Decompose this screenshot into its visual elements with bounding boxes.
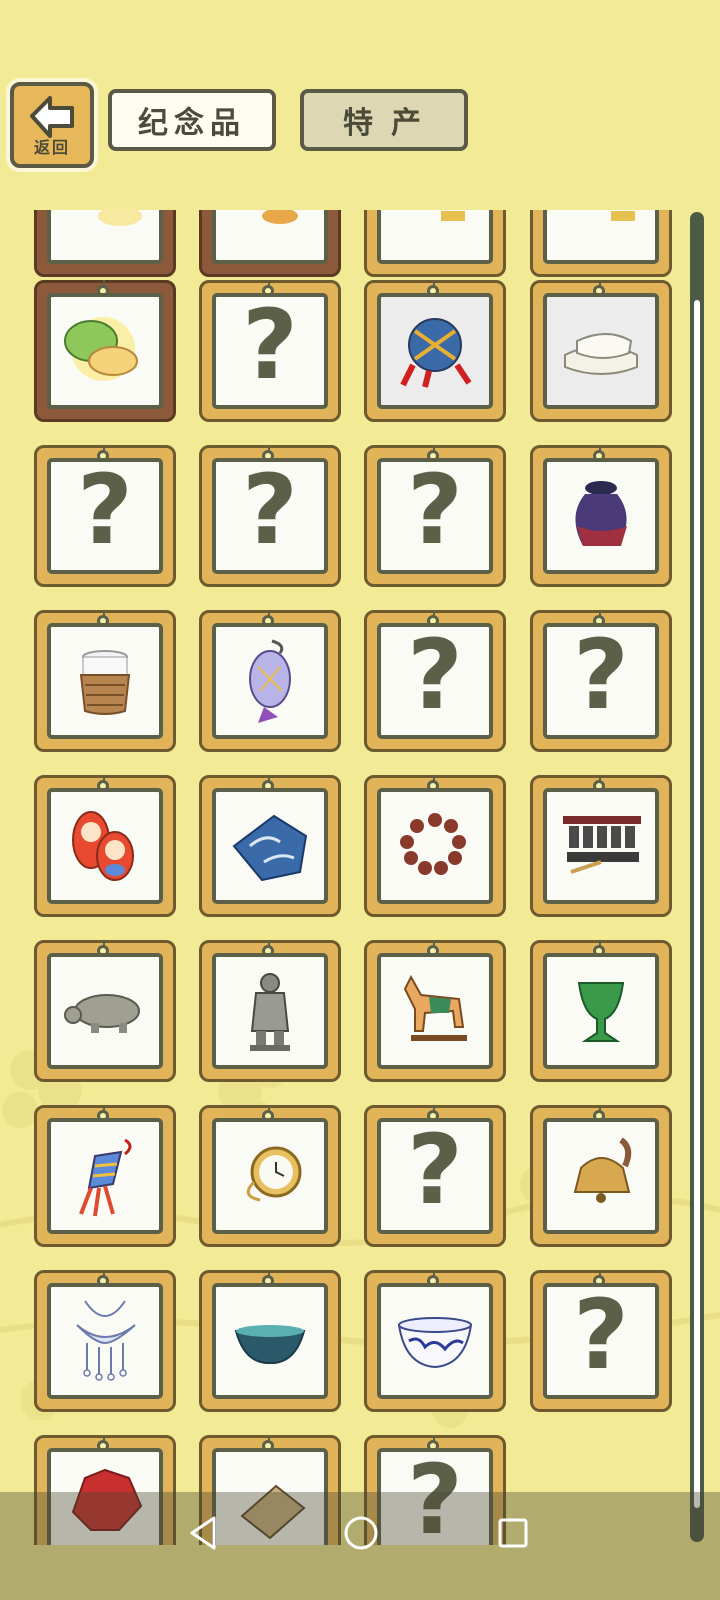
- brass-bell-icon: [573, 1137, 632, 1203]
- souvenir-card[interactable]: [199, 775, 341, 917]
- souvenir-card[interactable]: [364, 210, 506, 277]
- souvenir-card[interactable]: ?: [34, 445, 176, 587]
- matryoshka-doll-icon: [72, 811, 134, 881]
- souvenir-card[interactable]: [530, 280, 672, 422]
- partial-item-icon: [611, 211, 635, 221]
- souvenir-card[interactable]: [34, 1105, 176, 1247]
- partial-item-icon: [441, 211, 465, 221]
- system-navigation-bar: [0, 1492, 720, 1600]
- souvenir-card[interactable]: ?: [199, 280, 341, 422]
- souvenir-card[interactable]: [364, 775, 506, 917]
- bell-rack-icon: [563, 816, 641, 874]
- souvenir-card[interactable]: ?: [530, 1270, 672, 1412]
- souvenir-card[interactable]: [364, 1270, 506, 1412]
- partial-item-icon: [98, 210, 142, 226]
- question-mark-icon: ?: [573, 1279, 629, 1391]
- tea-bowl-icon: [234, 1325, 306, 1364]
- question-mark-icon: ?: [573, 619, 629, 731]
- woven-basket-cup-icon: [79, 650, 131, 715]
- souvenir-card[interactable]: [199, 940, 341, 1082]
- partial-item-icon: [262, 210, 298, 224]
- souvenir-card[interactable]: [530, 940, 672, 1082]
- souvenir-card[interactable]: [199, 610, 341, 752]
- souvenir-card[interactable]: [34, 210, 176, 277]
- question-mark-icon: ?: [407, 454, 463, 566]
- souvenir-card[interactable]: ?: [199, 445, 341, 587]
- souvenir-grid[interactable]: ? ? ? ? ? ? ? ? ?: [0, 210, 720, 1545]
- question-mark-icon: ?: [407, 1114, 463, 1226]
- souvenir-card[interactable]: [34, 610, 176, 752]
- folded-towel-icon: [564, 333, 638, 375]
- lantern-charm-icon: [249, 639, 291, 723]
- scrollbar-thumb[interactable]: [694, 300, 700, 1508]
- stone-turtle-icon: [64, 994, 140, 1033]
- souvenir-card[interactable]: [530, 445, 672, 587]
- tang-horse-icon: [403, 974, 467, 1041]
- silver-necklace-icon: [76, 1300, 136, 1381]
- souvenir-card[interactable]: [34, 1270, 176, 1412]
- pocket-watch-icon: [246, 1146, 302, 1202]
- souvenir-card[interactable]: [199, 1270, 341, 1412]
- back-button-label: 返回: [33, 138, 70, 157]
- souvenir-card[interactable]: [34, 775, 176, 917]
- back-button[interactable]: 返回: [10, 82, 94, 168]
- souvenir-card[interactable]: [530, 210, 672, 277]
- temari-ball-icon: [400, 318, 472, 388]
- souvenir-card[interactable]: [34, 940, 176, 1082]
- souvenir-card[interactable]: [530, 775, 672, 917]
- home-nav-icon[interactable]: [342, 1514, 380, 1552]
- recents-nav-icon[interactable]: [496, 1516, 530, 1550]
- souvenir-card[interactable]: ?: [530, 610, 672, 752]
- souvenir-card[interactable]: [364, 280, 506, 422]
- prayer-beads-icon: [400, 813, 466, 875]
- souvenir-card[interactable]: [199, 1105, 341, 1247]
- header: 返回 纪念品 特产: [0, 0, 720, 210]
- blue-white-bowl-icon: [397, 1317, 473, 1369]
- tassel-knot-icon: [79, 1138, 132, 1217]
- back-nav-icon[interactable]: [186, 1514, 220, 1552]
- mooncake-icon: [64, 317, 138, 381]
- souvenir-card[interactable]: ?: [364, 445, 506, 587]
- blue-cloth-icon: [232, 814, 308, 882]
- terracotta-warrior-icon: [250, 973, 290, 1051]
- tab-specialty[interactable]: 特产: [300, 89, 468, 151]
- jade-cup-icon: [577, 982, 625, 1042]
- ceramic-jar-icon: [575, 481, 627, 546]
- souvenir-card[interactable]: [364, 940, 506, 1082]
- question-mark-icon: ?: [77, 454, 133, 566]
- souvenir-card[interactable]: ?: [364, 610, 506, 752]
- souvenir-card[interactable]: ?: [364, 1105, 506, 1247]
- question-mark-icon: ?: [242, 289, 298, 401]
- tab-souvenir[interactable]: 纪念品: [108, 89, 276, 151]
- souvenir-card[interactable]: [199, 210, 341, 277]
- question-mark-icon: ?: [407, 619, 463, 731]
- question-mark-icon: ?: [242, 454, 298, 566]
- souvenir-card[interactable]: [34, 280, 176, 422]
- souvenir-card[interactable]: [530, 1105, 672, 1247]
